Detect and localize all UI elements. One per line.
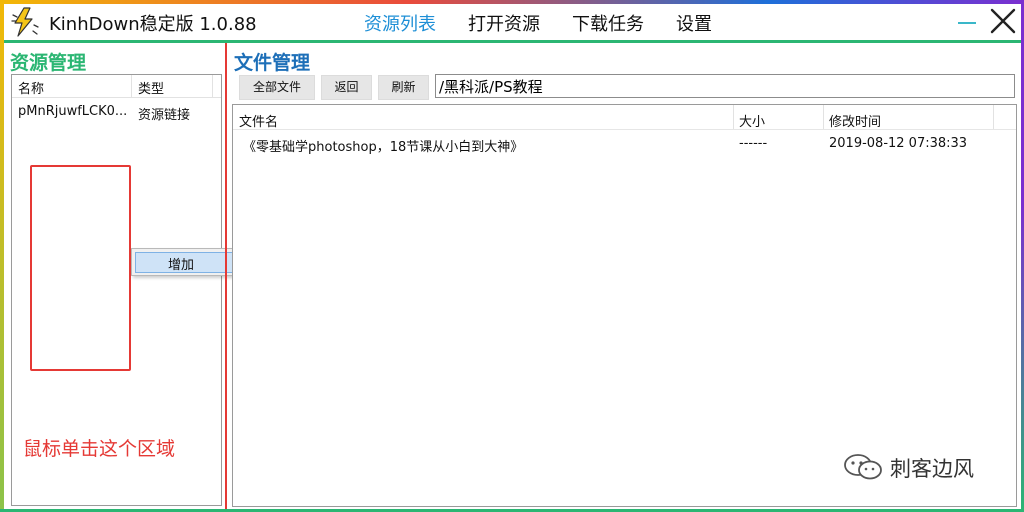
lightning-icon xyxy=(11,7,39,37)
resource-type: 资源链接 xyxy=(138,108,191,123)
annotation-hint: 鼠标单击这个区域 xyxy=(23,438,176,460)
panel-divider xyxy=(225,43,227,509)
file-name: 《零基础学photoshop，18节课从小白到大神》 xyxy=(243,140,524,155)
path-input[interactable] xyxy=(435,74,1015,98)
wechat-icon xyxy=(844,454,882,480)
column-header-type[interactable]: 类型 xyxy=(138,78,164,97)
resource-list-header: 名称 类型 xyxy=(12,75,221,98)
watermark-text: 刺客边风 xyxy=(890,457,974,481)
title-separator xyxy=(4,40,1021,43)
list-item[interactable]: pMnRjuwfLCK0... 资源链接 xyxy=(12,102,221,123)
nav-open-resource[interactable]: 打开资源 xyxy=(468,10,540,36)
resource-name: pMnRjuwfLCK0... xyxy=(18,104,128,119)
column-header-mtime[interactable]: 修改时间 xyxy=(829,111,881,130)
column-header-filename[interactable]: 文件名 xyxy=(239,111,278,130)
nav-download-tasks[interactable]: 下载任务 xyxy=(572,10,644,36)
window-frame-left xyxy=(0,0,4,512)
file-list-header: 文件名 大小 修改时间 xyxy=(233,105,1016,130)
context-menu-add-label: 增加 xyxy=(168,258,195,273)
back-button[interactable]: 返回 xyxy=(321,75,372,100)
close-icon[interactable] xyxy=(988,6,1018,36)
file-list[interactable]: 文件名 大小 修改时间 《零基础学photoshop，18节课从小白到大神》 -… xyxy=(232,104,1017,507)
file-mtime: 2019-08-12 07:38:33 xyxy=(829,136,968,151)
file-size: ------ xyxy=(739,136,768,151)
context-menu: 增加 xyxy=(131,248,245,276)
table-row[interactable]: 《零基础学photoshop，18节课从小白到大神》 ------ 2019-0… xyxy=(233,134,1016,155)
title-bar: KinhDown稳定版 1.0.88 资源列表 打开资源 下载任务 设置 xyxy=(4,4,1021,40)
highlight-box xyxy=(30,165,131,371)
column-header-size[interactable]: 大小 xyxy=(739,111,765,130)
column-header-name[interactable]: 名称 xyxy=(18,78,44,97)
file-panel-title: 文件管理 xyxy=(234,52,311,74)
refresh-button[interactable]: 刷新 xyxy=(378,75,429,100)
minimize-button[interactable] xyxy=(954,6,980,36)
app-title: KinhDown稳定版 1.0.88 xyxy=(49,14,257,35)
all-files-button[interactable]: 全部文件 xyxy=(239,75,315,100)
resource-panel-title: 资源管理 xyxy=(10,52,87,74)
nav-settings[interactable]: 设置 xyxy=(676,10,712,36)
nav-resource-list[interactable]: 资源列表 xyxy=(364,10,436,36)
